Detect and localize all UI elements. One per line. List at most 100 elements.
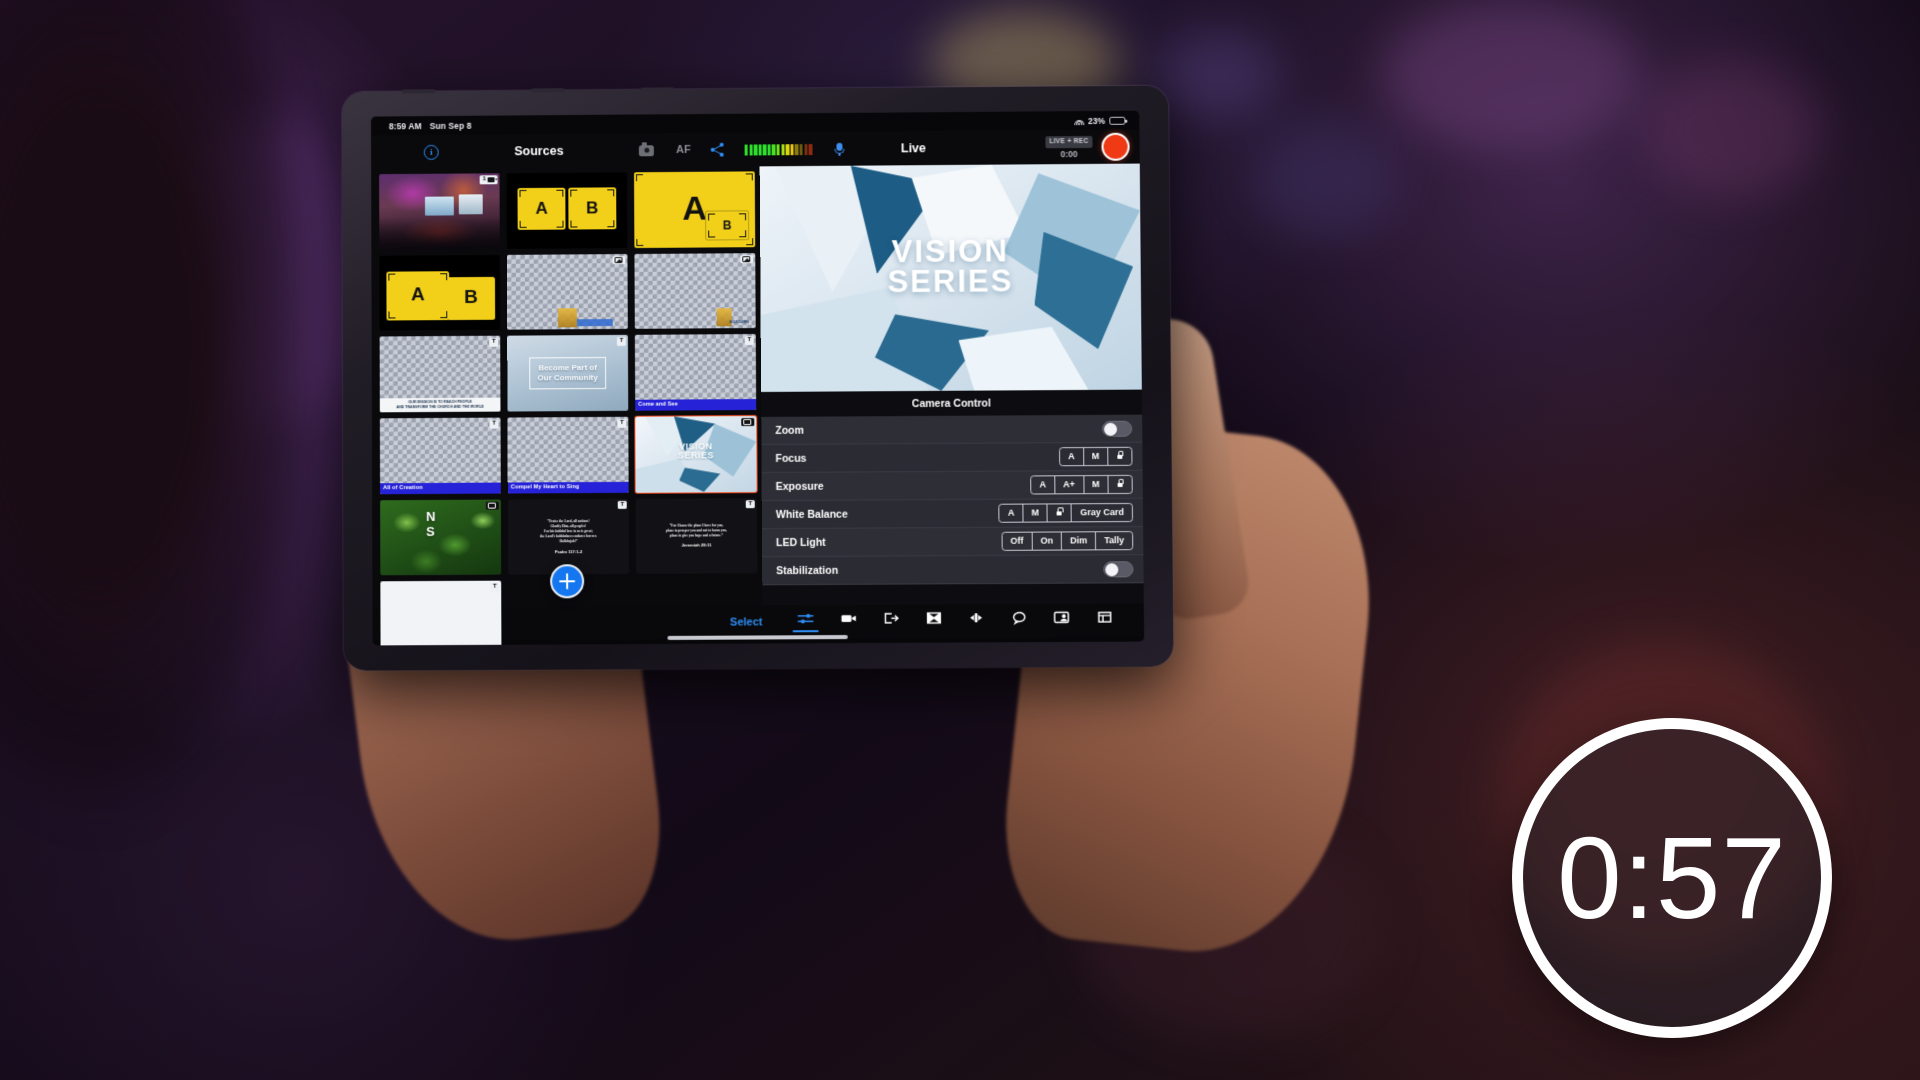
badge-image	[485, 501, 499, 510]
lock-icon	[1116, 451, 1123, 459]
screenshot-root: 8:59 AM Sun Sep 8 23% i Sources AF Live …	[0, 0, 1920, 1080]
status-badge: LIVE + REC	[1045, 136, 1093, 148]
text-badge-label: T	[492, 419, 496, 427]
program-preview[interactable]: VISION SERIES	[759, 163, 1142, 392]
thumb-title-line1: N	[425, 509, 436, 525]
white-balance-segmented-control: A M Gray Card	[998, 503, 1134, 523]
source-thumb-text-psalm[interactable]: “Praise the Lord, all nations! Glorify H…	[507, 498, 630, 575]
page-title: Sources	[514, 143, 564, 159]
led-option-on[interactable]: On	[1031, 532, 1062, 550]
wb-option-m[interactable]: M	[1022, 504, 1048, 522]
add-source-button[interactable]	[550, 564, 585, 599]
image-icon	[488, 502, 497, 509]
countdown-timer: 0:57	[1512, 718, 1832, 1038]
source-thumb-image-vision-series[interactable]: VISION SERIES	[634, 414, 758, 494]
source-thumb-layout-ab-split[interactable]: A B	[506, 172, 628, 249]
camera-control-row-stabilization: Stabilization	[762, 555, 1144, 586]
verse-reference: Psalm 117:1-2	[554, 548, 583, 554]
tab-transitions[interactable]	[925, 610, 943, 631]
text-badge-label: T	[747, 336, 752, 344]
verse-text: “For I know the plans I have for you, pl…	[665, 523, 727, 539]
camera-control-header: Camera Control	[761, 389, 1143, 417]
tab-camera-settings[interactable]	[792, 611, 819, 633]
audio-mixer-icon	[967, 610, 985, 625]
focus-option-a[interactable]: A	[1060, 448, 1083, 465]
exposure-option-lock[interactable]	[1107, 475, 1132, 493]
zoom-toggle[interactable]	[1101, 420, 1133, 437]
text-badge-label: T	[492, 582, 497, 590]
thumb-caption: Compel My Heart to Sing	[507, 481, 629, 494]
source-thumb-text-blank[interactable]: T	[380, 580, 502, 646]
hamburger-menu-icon[interactable]	[387, 146, 402, 158]
tab-comments[interactable]	[1010, 610, 1028, 631]
layout-box-a: A	[517, 187, 566, 231]
source-thumb-graphic-transparent-1[interactable]	[506, 253, 628, 330]
record-timer: 0:00	[1060, 148, 1078, 159]
thumb-caption: Come and See	[635, 398, 757, 411]
main-content: 1 A B A B A B SOJOURN T OUR MISSION IS T…	[371, 163, 1144, 646]
thumb-caption: OUR MISSION IS TO REACH PEOPLE AND TRANS…	[379, 397, 501, 413]
tab-layers[interactable]	[1096, 610, 1114, 631]
stabilization-toggle[interactable]	[1103, 560, 1134, 577]
source-thumb-text-come-and-see[interactable]: T Come and See	[634, 334, 757, 411]
led-option-dim[interactable]: Dim	[1060, 532, 1096, 550]
source-thumb-graphic-transparent-2[interactable]: SOJOURN	[634, 252, 756, 330]
exposure-option-a[interactable]: A	[1031, 476, 1054, 493]
led-option-tally[interactable]: Tally	[1095, 532, 1133, 550]
led-option-off[interactable]: Off	[1002, 533, 1031, 550]
microphone-icon[interactable]	[834, 142, 845, 156]
af-button[interactable]: AF	[676, 144, 691, 156]
info-circle-icon[interactable]: i	[423, 144, 439, 160]
home-indicator	[667, 635, 848, 640]
record-button[interactable]	[1101, 132, 1130, 161]
source-thumb-text-jeremiah[interactable]: “For I know the plans I have for you, pl…	[635, 497, 758, 575]
badge-camera-1: 1	[479, 175, 498, 185]
source-thumb-text-all-of-creation[interactable]: T All of Creation	[379, 417, 501, 494]
tablet-screen: 8:59 AM Sun Sep 8 23% i Sources AF Live …	[370, 110, 1145, 646]
status-date: Sun Sep 8	[429, 120, 472, 131]
source-thumb-layout-a-over-b[interactable]: A B	[379, 254, 501, 331]
live-label: Live	[900, 141, 926, 156]
focus-option-m[interactable]: M	[1082, 448, 1108, 466]
focus-segmented-control: A M	[1059, 446, 1133, 467]
verse-text: “Praise the Lord, all nations! Glorify H…	[540, 519, 597, 544]
image-icon	[743, 418, 752, 425]
video-camera-icon	[839, 611, 857, 626]
camera-control-row-zoom: Zoom	[761, 414, 1143, 445]
tab-audio[interactable]	[967, 610, 985, 631]
badge-image	[741, 417, 755, 426]
camera-icon[interactable]	[639, 144, 655, 156]
badge-text: T	[745, 499, 755, 509]
source-thumb-image-vision-leaf[interactable]: N S	[380, 499, 502, 576]
row-label: Zoom	[775, 424, 804, 437]
source-thumb-text-mission[interactable]: T OUR MISSION IS TO REACH PEOPLE AND TRA…	[379, 335, 501, 413]
row-label: Focus	[775, 452, 807, 465]
thumb-title-line2: S	[426, 523, 435, 540]
exposure-option-a-plus[interactable]: A+	[1054, 476, 1084, 494]
source-thumb-layout-a-pip-b[interactable]: A B	[634, 171, 756, 248]
source-thumb-venue-camera[interactable]: 1	[379, 173, 500, 250]
source-thumb-text-compel-my-heart[interactable]: T Compel My Heart to Sing	[507, 416, 629, 494]
presenter-icon	[1053, 610, 1071, 625]
preview-title: VISION SERIES	[887, 233, 1014, 300]
tab-presenter[interactable]	[1053, 610, 1071, 631]
camera-icon	[487, 177, 495, 183]
exposure-option-m[interactable]: M	[1082, 476, 1108, 494]
layout-box-b: B	[446, 277, 496, 320]
app-toolbar: i Sources AF Live LIVE + REC 0:00	[371, 129, 1140, 170]
source-thumb-text-become-part[interactable]: Become Part of Our Community T	[507, 335, 629, 412]
thumb-title: Become Part of Our Community	[529, 357, 606, 390]
tab-output[interactable]	[882, 611, 900, 632]
verse-reference: Jeremiah 29:11	[681, 542, 712, 549]
camera-control-row-focus: Focus A M	[761, 442, 1143, 474]
wb-option-gray-card[interactable]: Gray Card	[1071, 504, 1132, 522]
focus-option-lock[interactable]	[1107, 447, 1132, 465]
share-icon[interactable]	[710, 142, 725, 157]
wb-option-lock[interactable]	[1046, 504, 1072, 522]
badge-text: T	[489, 419, 499, 429]
wb-option-a[interactable]: A	[1000, 505, 1023, 522]
timer-value: 0:57	[1557, 813, 1787, 943]
audio-level-meter	[744, 143, 813, 156]
tab-video[interactable]	[839, 611, 857, 632]
text-badge-label: T	[619, 337, 624, 345]
